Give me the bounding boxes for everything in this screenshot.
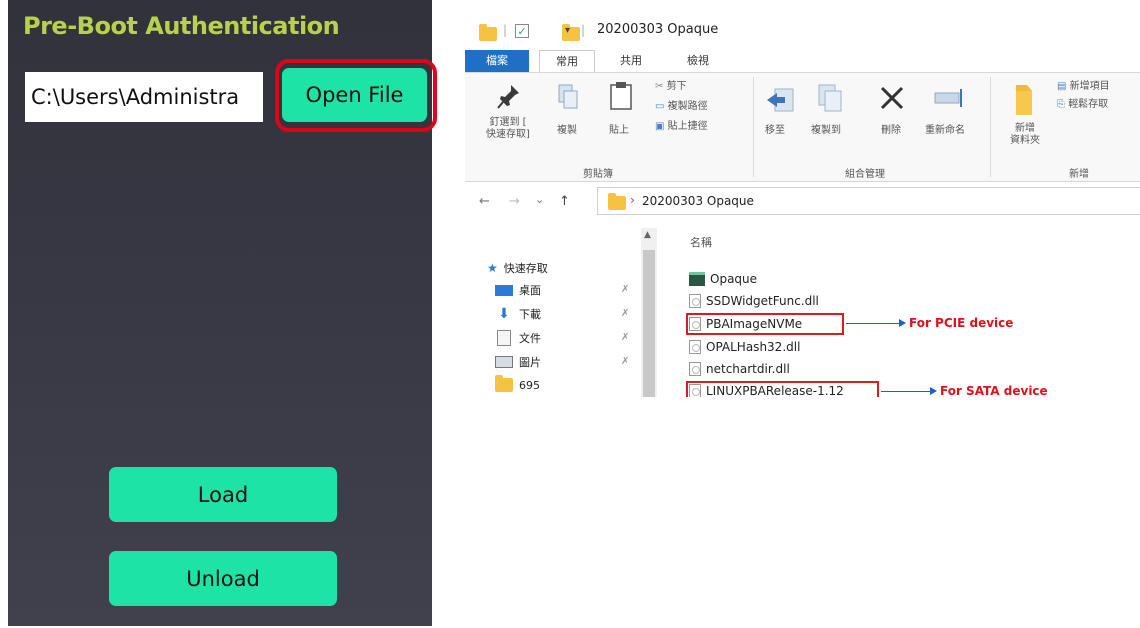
file-row-opaque[interactable]: Opaque [689, 272, 757, 286]
pcie-highlight-box [686, 313, 844, 335]
file-list: 名稱 Opaque SSDWidgetFunc.dll PBAImageNVMe… [665, 224, 1140, 397]
properties-check-icon[interactable]: ✓ [515, 24, 529, 38]
tab-share[interactable]: 共用 [603, 50, 659, 72]
pin-icon[interactable]: ✗ [621, 284, 629, 295]
pin-icon[interactable]: ✗ [621, 308, 629, 319]
annotation-arrow-icon [881, 386, 937, 395]
nav-item-downloads[interactable]: ⬇ 下載 [495, 306, 541, 322]
copy-to-icon [818, 84, 842, 112]
ribbon-separator [990, 77, 991, 177]
paste-button[interactable]: 貼上 [609, 125, 629, 137]
paste-shortcut-icon: ▣ [655, 121, 668, 132]
pcie-annotation: For PCIE device [846, 316, 1013, 330]
document-icon [497, 330, 511, 346]
title-bar: | ✓ ▾ | 20200303 Opaque [465, 14, 1140, 50]
pin-icon [497, 85, 519, 109]
move-to-button[interactable]: 移至 [765, 125, 785, 137]
nav-item-desktop[interactable]: 桌面 [495, 282, 541, 298]
back-arrow-icon[interactable]: ← [479, 194, 490, 209]
new-group-label: 新增 [1069, 169, 1089, 180]
nav-item-quick-access[interactable]: ★ 快速存取 [487, 260, 548, 276]
pin-to-quick-access-button[interactable]: 釘選到 [ 快速存取] [475, 117, 541, 141]
rename-icon [934, 89, 962, 107]
tab-view[interactable]: 檢視 [670, 50, 726, 72]
pin-icon[interactable]: ✗ [621, 332, 629, 343]
nav-item-pictures[interactable]: 圖片 [495, 354, 541, 370]
nav-item-695[interactable]: 695 [495, 375, 540, 392]
rename-button[interactable]: 重新命名 [925, 125, 965, 137]
dll-icon [689, 294, 701, 308]
easy-access-button[interactable]: ⎘ 輕鬆存取 [1057, 99, 1108, 111]
title-separator: | [581, 23, 586, 37]
app-icon [689, 272, 705, 286]
organize-group-label: 組合管理 [845, 169, 885, 180]
clipboard-group-label: 剪貼簿 [583, 169, 613, 180]
address-bar: ← → ⌄ ↑ › 20200303 Opaque [465, 184, 1140, 218]
delete-button[interactable]: 刪除 [881, 125, 901, 137]
dll-icon [689, 362, 701, 376]
paste-icon [610, 82, 632, 110]
move-to-icon [767, 88, 794, 112]
file-explorer-window: | ✓ ▾ | 20200303 Opaque 檔案 常用 共用 檢視 釘選到 … [465, 14, 1140, 397]
scroll-thumb[interactable] [643, 250, 655, 397]
pin-icon[interactable]: ✗ [621, 356, 629, 367]
recent-locations-chevron-icon[interactable]: ⌄ [535, 193, 544, 206]
nav-item-documents[interactable]: 文件 [495, 330, 541, 346]
quick-access-separator: | [503, 23, 508, 37]
tab-file[interactable]: 檔案 [465, 50, 529, 72]
easy-access-icon: ⎘ [1057, 99, 1069, 110]
load-button[interactable]: Load [109, 467, 337, 522]
quick-access-dropdown-icon[interactable]: ▾ [565, 25, 570, 36]
ribbon-separator [753, 77, 754, 177]
file-path-input[interactable] [25, 72, 263, 122]
copy-icon [558, 84, 578, 109]
copy-path-button[interactable]: ▭ 複製路徑 [655, 101, 708, 113]
annotation-arrow-icon [846, 318, 906, 327]
new-item-icon: ▤ [1057, 81, 1070, 92]
up-arrow-icon[interactable]: ↑ [559, 194, 570, 209]
open-file-button[interactable]: Open File [282, 68, 427, 122]
star-icon: ★ [487, 261, 498, 275]
column-header-name[interactable]: 名稱 [690, 234, 712, 250]
file-row-opalhash32[interactable]: OPALHash32.dll [689, 340, 800, 354]
paste-shortcut-button[interactable]: ▣ 貼上捷徑 [655, 121, 708, 133]
window-title: 20200303 Opaque [597, 22, 719, 37]
download-icon: ⬇ [498, 306, 510, 322]
file-row-ssdwidgetfunc[interactable]: SSDWidgetFunc.dll [689, 294, 819, 308]
address-field[interactable]: › 20200303 Opaque [597, 187, 1140, 215]
copy-button[interactable]: 複製 [557, 125, 577, 137]
new-item-button[interactable]: ▤ 新增項目 [1057, 81, 1110, 93]
cut-button[interactable]: ✂ 剪下 [655, 81, 687, 93]
delete-icon [880, 86, 904, 110]
copy-path-icon: ▭ [655, 101, 668, 112]
scissors-icon: ✂ [655, 81, 667, 92]
sata-annotation: For SATA device [881, 384, 1048, 397]
pba-panel: Pre-Boot Authentication Open File Load U… [8, 0, 437, 626]
new-folder-button[interactable]: 新增 資料夾 [1005, 123, 1045, 147]
nav-scrollbar[interactable]: ▲ [641, 228, 657, 397]
scroll-up-icon[interactable]: ▲ [644, 230, 651, 240]
ribbon: 釘選到 [ 快速存取] 複製 貼上 ✂ 剪下 ▭ 複製路徑 ▣ 貼上捷徑 剪貼簿… [465, 72, 1140, 182]
pba-title: Pre-Boot Authentication [23, 12, 340, 40]
desktop-icon [495, 284, 513, 296]
navigation-pane: ★ 快速存取 桌面 ✗ ⬇ 下載 ✗ 文件 ✗ 圖片 ✗ 695 [465, 224, 665, 397]
copy-to-button[interactable]: 複製到 [811, 125, 841, 137]
picture-icon [495, 356, 513, 368]
ribbon-tabs: 檔案 常用 共用 檢視 [465, 50, 1140, 72]
folder-icon [479, 24, 497, 41]
address-path: 20200303 Opaque [642, 194, 754, 208]
file-row-netchartdir[interactable]: netchartdir.dll [689, 362, 790, 376]
unload-button[interactable]: Unload [109, 551, 337, 606]
dll-icon [689, 340, 701, 354]
path-chevron-icon: › [630, 193, 635, 207]
folder-icon [608, 193, 626, 210]
new-folder-icon [1016, 85, 1032, 115]
folder-icon [495, 375, 513, 392]
tab-home[interactable]: 常用 [539, 50, 595, 72]
sata-highlight-box [686, 381, 879, 397]
forward-arrow-icon[interactable]: → [509, 194, 520, 209]
